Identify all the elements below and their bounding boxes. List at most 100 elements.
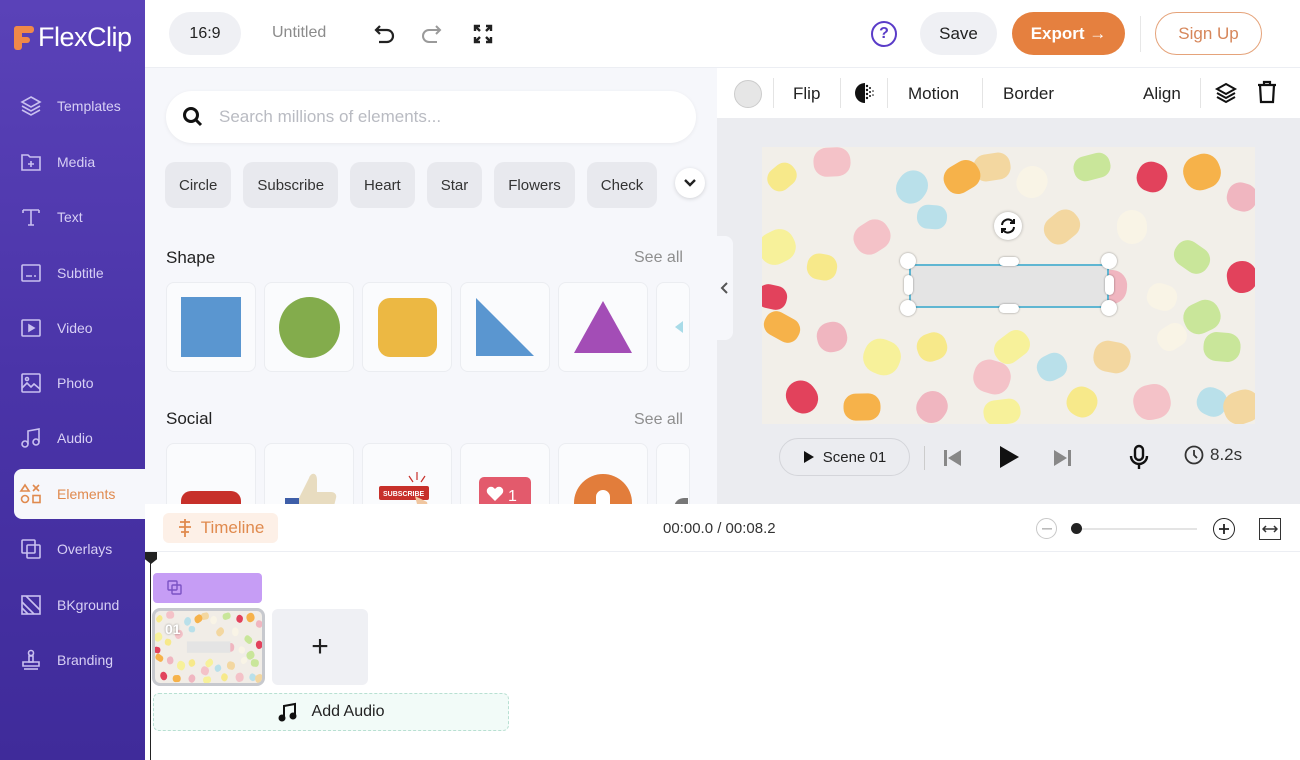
playhead-handle[interactable] [145, 552, 157, 564]
shape-more-tile[interactable] [656, 282, 690, 372]
overlays-icon [167, 580, 182, 595]
overlay-track[interactable] [153, 573, 262, 603]
clock-icon [1184, 445, 1204, 465]
text-t-icon [19, 205, 43, 229]
zoom-out-button[interactable] [1036, 518, 1057, 539]
overlays-icon [19, 537, 43, 561]
collapse-panel-button[interactable] [717, 236, 733, 340]
motion-button[interactable]: Motion [908, 84, 959, 104]
social-youtube-tile[interactable] [166, 443, 256, 504]
resize-handle[interactable] [1101, 300, 1117, 316]
zoom-slider-track[interactable] [1073, 528, 1197, 530]
sign-up-button[interactable]: Sign Up [1155, 12, 1262, 55]
selected-element[interactable] [909, 264, 1109, 308]
save-button[interactable]: Save [920, 12, 997, 55]
social-more-tile[interactable] [656, 443, 690, 504]
social-subscribe-tile[interactable]: SUBSCRIBE [362, 443, 452, 504]
resize-handle[interactable] [900, 253, 916, 269]
zoom-slider-thumb[interactable] [1071, 523, 1082, 534]
add-audio-label: Add Audio [311, 703, 385, 720]
stamp-icon [19, 648, 43, 672]
resize-handle[interactable] [1105, 275, 1114, 295]
search-input[interactable] [219, 107, 669, 127]
rotate-handle[interactable] [994, 212, 1022, 240]
trash-icon[interactable] [1256, 80, 1278, 109]
sidebar-item-text[interactable]: Text [14, 192, 145, 242]
scene-thumbnail[interactable]: 01 [152, 608, 265, 686]
fit-timeline-button[interactable] [1259, 518, 1281, 540]
svg-text:1: 1 [508, 488, 517, 504]
resize-handle[interactable] [999, 304, 1019, 313]
flip-button[interactable]: Flip [793, 84, 820, 104]
sidebar-item-label: Audio [57, 430, 93, 446]
sidebar-item-audio[interactable]: Audio [14, 413, 145, 463]
skip-forward-icon[interactable] [1052, 449, 1072, 467]
resize-handle[interactable] [999, 257, 1019, 266]
sidebar-item-bkground[interactable]: BKground [14, 580, 145, 630]
zoom-in-button[interactable] [1213, 518, 1235, 540]
properties-toolbar: Flip Motion Border Align [717, 68, 1300, 118]
add-audio-button[interactable]: Add Audio [153, 693, 509, 731]
undo-icon[interactable] [371, 20, 399, 48]
microphone-icon[interactable] [1128, 444, 1150, 470]
sidebar-item-overlays[interactable]: Overlays [14, 524, 145, 574]
flexclip-logo[interactable]: FlexClip [14, 22, 132, 52]
divider [1140, 16, 1141, 52]
redo-icon[interactable] [417, 20, 445, 48]
border-button[interactable]: Border [1003, 84, 1054, 104]
resize-handle[interactable] [900, 300, 916, 316]
background-icon [19, 593, 43, 617]
add-scene-button[interactable]: + [272, 609, 368, 685]
opacity-icon[interactable] [854, 82, 876, 109]
play-scene-button[interactable]: Scene 01 [779, 438, 910, 476]
align-button[interactable]: Align [1143, 84, 1181, 104]
divider [982, 78, 983, 108]
social-thumbs-up-tile[interactable] [264, 443, 354, 504]
color-picker[interactable] [734, 80, 762, 108]
chip-flowers[interactable]: Flowers [494, 162, 575, 208]
see-all-shape-link[interactable]: See all [634, 249, 683, 267]
skip-back-icon[interactable] [943, 449, 963, 467]
social-bell-tile[interactable] [558, 443, 648, 504]
chip-subscribe[interactable]: Subscribe [243, 162, 339, 208]
play-icon[interactable] [998, 445, 1020, 469]
social-like-notification-tile[interactable]: 1 [460, 443, 550, 504]
playhead[interactable] [150, 552, 151, 760]
sidebar-item-subtitle[interactable]: Subtitle [14, 248, 145, 298]
sidebar-item-branding[interactable]: Branding [14, 635, 145, 685]
shape-triangle-tile[interactable] [558, 282, 648, 372]
timeline-tab[interactable]: Timeline [163, 513, 278, 543]
resize-handle[interactable] [904, 275, 913, 295]
sidebar: FlexClip Templates Media Text Subtitle V… [0, 0, 145, 760]
chip-circle[interactable]: Circle [165, 162, 232, 208]
shape-right-triangle-tile[interactable] [460, 282, 550, 372]
shape-rounded-square-tile[interactable] [362, 282, 452, 372]
chip-check[interactable]: Check [586, 162, 658, 208]
sidebar-item-media[interactable]: Media [14, 137, 145, 187]
chip-heart[interactable]: Heart [350, 162, 415, 208]
resize-handle[interactable] [1101, 253, 1117, 269]
see-all-social-link[interactable]: See all [634, 411, 683, 429]
aspect-ratio-button[interactable]: 16:9 [169, 12, 241, 55]
video-canvas[interactable] [762, 147, 1255, 424]
sidebar-item-elements[interactable]: Elements [14, 469, 145, 519]
expand-chips-button[interactable] [675, 168, 705, 198]
shape-square-tile[interactable] [166, 282, 256, 372]
square-shape [181, 297, 241, 357]
layers-icon[interactable] [1214, 81, 1238, 110]
fullscreen-icon[interactable] [469, 20, 497, 48]
divider [1200, 78, 1201, 108]
sidebar-item-templates[interactable]: Templates [14, 81, 145, 131]
chip-star[interactable]: Star [426, 162, 483, 208]
export-button[interactable]: Export → [1012, 12, 1125, 55]
sidebar-item-photo[interactable]: Photo [14, 358, 145, 408]
search-icon [183, 107, 203, 127]
project-title[interactable]: Untitled [272, 24, 326, 42]
help-icon[interactable]: ? [871, 21, 897, 47]
suggestion-chips: Circle Subscribe Heart Star Flowers Chec… [165, 162, 685, 208]
sidebar-item-label: Elements [57, 486, 116, 502]
sidebar-item-video[interactable]: Video [14, 303, 145, 353]
sidebar-item-label: Video [57, 320, 93, 336]
sidebar-item-label: Templates [57, 98, 121, 114]
shape-circle-tile[interactable] [264, 282, 354, 372]
